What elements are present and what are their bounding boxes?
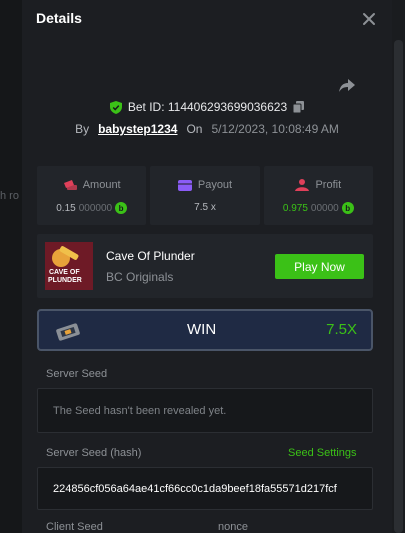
- server-seed-hash-box[interactable]: 224856cf056a64ae41cf66cc0c1da9beef18fa55…: [37, 467, 373, 510]
- treasure-icon: [56, 323, 80, 341]
- stats-row: Amount 0.15 000000 b Payout 7.5 x Profit…: [37, 166, 373, 225]
- amount-card: Amount 0.15 000000 b: [37, 166, 147, 225]
- thumb-text-2: PLUNDER: [48, 277, 82, 284]
- bet-id-row: Bet ID: 114406293699036623: [22, 100, 392, 114]
- bet-id: Bet ID: 114406293699036623: [127, 100, 288, 114]
- server-seed-hash-value: 224856cf056a64ae41cf66cc0c1da9beef18fa55…: [53, 483, 337, 495]
- game-provider: BC Originals: [106, 270, 174, 284]
- verified-shield-icon: [109, 100, 122, 114]
- scrollbar-thumb[interactable]: [394, 40, 403, 533]
- profit-value: 0.975: [282, 202, 308, 214]
- payout-label: Payout: [197, 179, 233, 191]
- share-icon[interactable]: [338, 76, 356, 94]
- game-card: CAVE OF PLUNDER Cave Of Plunder BC Origi…: [37, 234, 373, 298]
- payout-value: 7.5 x: [194, 202, 216, 213]
- game-thumbnail[interactable]: CAVE OF PLUNDER: [45, 242, 93, 290]
- server-seed-hash-label: Server Seed (hash): [46, 447, 142, 459]
- background-text: h ro: [0, 190, 19, 202]
- payout-card: Payout 7.5 x: [150, 166, 260, 225]
- profit-label: Profit: [315, 179, 342, 191]
- server-seed-box: The Seed hasn't been revealed yet.: [37, 388, 373, 433]
- seed-settings-link[interactable]: Seed Settings: [288, 447, 357, 459]
- coin-icon: b: [115, 202, 128, 214]
- profit-card: Profit 0.975 00000 b: [263, 166, 373, 225]
- thumb-text-1: CAVE OF: [49, 269, 80, 276]
- by-label: By: [75, 122, 90, 136]
- profit-value-dim: 00000: [310, 202, 339, 214]
- copy-icon[interactable]: [293, 101, 305, 113]
- nonce-label: nonce: [218, 521, 248, 533]
- dialog-title: Details: [36, 10, 82, 26]
- amount-value-dim: 000000: [78, 202, 113, 214]
- server-seed-value: The Seed hasn't been revealed yet.: [53, 405, 227, 417]
- result-label: WIN: [187, 321, 217, 338]
- username-link[interactable]: babystep1234: [98, 122, 177, 136]
- payout-icon: [177, 179, 192, 191]
- amount-value: 0.15: [56, 202, 76, 214]
- profit-icon: [295, 179, 310, 191]
- play-now-button[interactable]: Play Now: [275, 254, 364, 279]
- amount-label: Amount: [82, 179, 121, 191]
- details-dialog: Details Bet ID: 114406293699036623 By ba…: [22, 0, 392, 533]
- bet-date: 5/12/2023, 10:08:49 AM: [211, 122, 339, 136]
- amount-icon: [63, 180, 77, 190]
- on-label: On: [186, 122, 203, 136]
- bet-meta-row: By babystep1234 On 5/12/2023, 10:08:49 A…: [22, 122, 392, 136]
- client-seed-label: Client Seed: [46, 521, 103, 533]
- game-name: Cave Of Plunder: [106, 249, 195, 263]
- server-seed-label: Server Seed: [46, 368, 108, 380]
- result-multiplier: 7.5X: [326, 321, 357, 338]
- background-page: h ro: [0, 0, 22, 533]
- coin-icon: b: [341, 202, 354, 214]
- result-banner: WIN 7.5X: [37, 309, 373, 351]
- close-icon[interactable]: [360, 10, 378, 28]
